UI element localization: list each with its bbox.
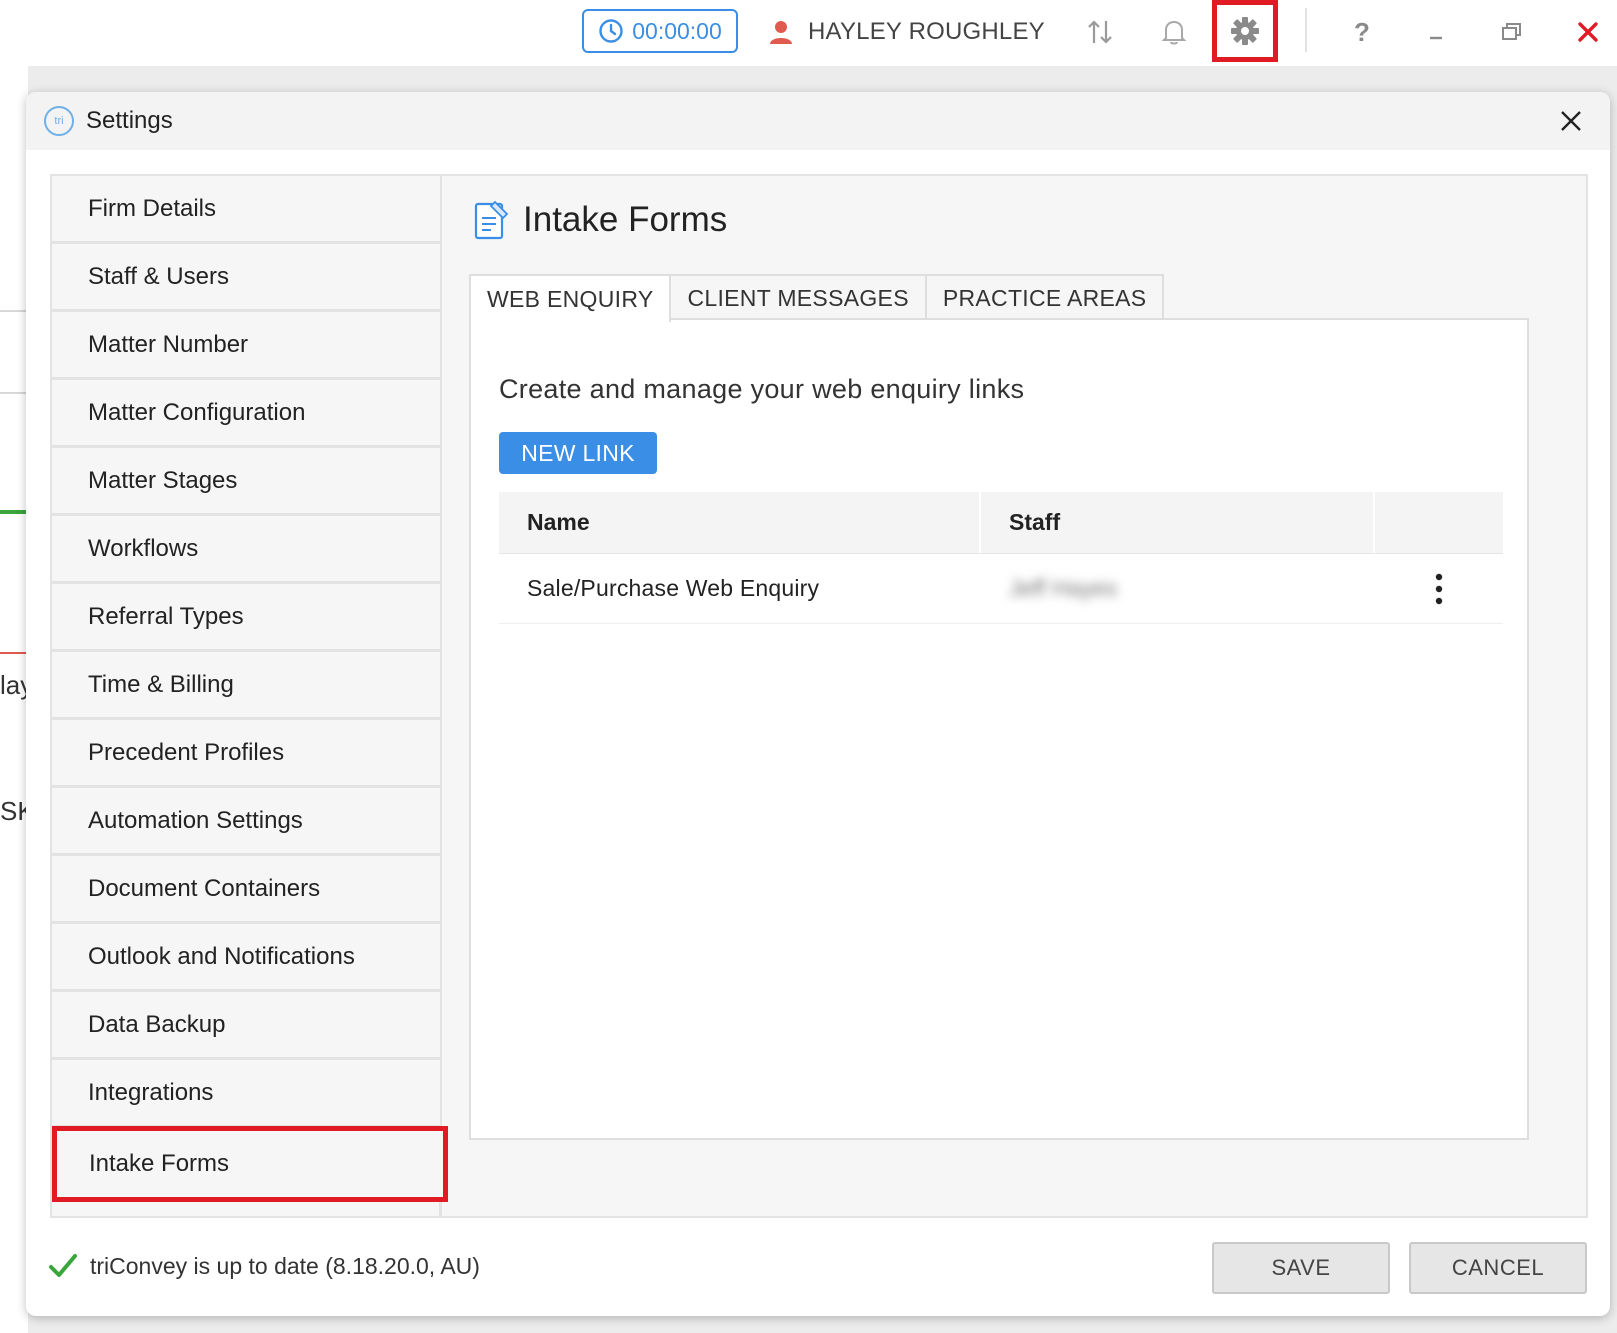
notifications-button[interactable] [1152, 10, 1196, 54]
panel-description: Create and manage your web enquiry links [499, 374, 1025, 404]
sidebar-item-time-billing[interactable]: Time & Billing [52, 652, 440, 720]
sidebar-item-precedent-profiles[interactable]: Precedent Profiles [52, 720, 440, 788]
checkmark-icon [49, 1254, 77, 1277]
bg-progress [0, 510, 28, 514]
new-link-button[interactable]: NEW LINK [499, 432, 657, 474]
timer-button[interactable]: 00:00:00 [582, 9, 738, 53]
settings-dialog: tri Settings Firm Details Staff & Users … [26, 92, 1610, 1316]
settings-sidebar: Firm Details Staff & Users Matter Number… [52, 176, 448, 1216]
sync-button[interactable] [1078, 10, 1122, 54]
sidebar-item-outlook-notifications[interactable]: Outlook and Notifications [52, 924, 440, 992]
intake-tabs: WEB ENQUIRY CLIENT MESSAGES PRACTICE ARE… [469, 274, 1165, 322]
dialog-close-button[interactable] [1554, 104, 1588, 138]
form-edit-icon [474, 200, 509, 240]
tab-client-messages[interactable]: CLIENT MESSAGES [671, 274, 927, 320]
update-status: triConvey is up to date (8.18.20.0, AU) [48, 1252, 480, 1280]
sync-arrows-icon [1088, 20, 1112, 44]
bg-divider [0, 310, 28, 312]
clock-icon [599, 19, 623, 43]
row-actions-button[interactable] [1375, 572, 1503, 606]
page-title: Intake Forms [473, 198, 727, 242]
sidebar-item-matter-stages[interactable]: Matter Stages [52, 448, 440, 516]
column-header-actions [1375, 492, 1503, 553]
sidebar-item-automation-settings[interactable]: Automation Settings [52, 788, 440, 856]
sidebar-item-matter-configuration[interactable]: Matter Configuration [52, 380, 440, 448]
sidebar-item-staff-users[interactable]: Staff & Users [52, 244, 440, 312]
app-close-button[interactable] [1566, 10, 1610, 54]
restore-button[interactable] [1490, 10, 1534, 54]
save-button[interactable]: SAVE [1212, 1242, 1390, 1294]
help-button[interactable]: ? [1340, 10, 1384, 54]
page-title-text: Intake Forms [523, 200, 728, 239]
column-header-name[interactable]: Name [499, 492, 981, 553]
close-icon [1578, 22, 1598, 42]
timer-value: 00:00:00 [632, 17, 722, 44]
column-header-staff[interactable]: Staff [981, 492, 1375, 553]
cancel-button[interactable]: CANCEL [1409, 1242, 1587, 1294]
restore-icon [1502, 23, 1521, 40]
row-staff: Jeff Hayes [1009, 575, 1118, 601]
web-enquiry-table: Name Staff Sale/Purchase Web Enquiry Jef… [499, 492, 1503, 624]
settings-content: Intake Forms WEB ENQUIRY CLIENT MESSAGES… [445, 176, 1588, 1216]
logo-text: tri [54, 115, 64, 127]
toolbar-divider [1305, 8, 1307, 52]
user-menu[interactable]: HAYLEY ROUGHLEY [768, 14, 1045, 50]
sidebar-item-document-containers[interactable]: Document Containers [52, 856, 440, 924]
sidebar-item-workflows[interactable]: Workflows [52, 516, 440, 584]
settings-button[interactable] [1212, 0, 1278, 62]
app-logo: tri [44, 106, 74, 136]
help-icon: ? [1354, 16, 1370, 47]
user-name: HAYLEY ROUGHLEY [808, 18, 1045, 45]
minimize-icon [1430, 36, 1442, 40]
kebab-menu-icon [1435, 573, 1443, 604]
tab-web-enquiry[interactable]: WEB ENQUIRY [469, 274, 672, 322]
sidebar-item-referral-types[interactable]: Referral Types [52, 584, 440, 652]
sidebar-item-matter-number[interactable]: Matter Number [52, 312, 440, 380]
minimize-button[interactable] [1414, 10, 1458, 54]
bg-divider [0, 392, 28, 394]
update-status-text: triConvey is up to date (8.18.20.0, AU) [90, 1252, 480, 1279]
bg-accent-line [0, 652, 28, 654]
web-enquiry-panel: Create and manage your web enquiry links… [469, 318, 1529, 1140]
table-row[interactable]: Sale/Purchase Web Enquiry Jeff Hayes [499, 554, 1503, 624]
app-top-bar: 00:00:00 HAYLEY ROUGHLEY ? [0, 0, 1617, 66]
tab-practice-areas[interactable]: PRACTICE AREAS [926, 274, 1165, 320]
close-icon [1561, 111, 1581, 131]
background-app: lay SK [0, 66, 35, 1333]
user-icon [770, 21, 792, 44]
sidebar-item-integrations[interactable]: Integrations [52, 1060, 440, 1128]
sidebar-item-intake-forms[interactable]: Intake Forms [52, 1126, 448, 1202]
bell-icon [1161, 20, 1187, 45]
sidebar-item-data-backup[interactable]: Data Backup [52, 992, 440, 1060]
gear-icon [1231, 17, 1259, 45]
table-header: Name Staff [499, 492, 1503, 554]
dialog-header: tri Settings [26, 92, 1610, 150]
sidebar-item-firm-details[interactable]: Firm Details [52, 176, 440, 244]
dialog-title: Settings [86, 107, 173, 134]
row-name: Sale/Purchase Web Enquiry [527, 575, 820, 601]
dialog-body: Firm Details Staff & Users Matter Number… [50, 174, 1588, 1218]
